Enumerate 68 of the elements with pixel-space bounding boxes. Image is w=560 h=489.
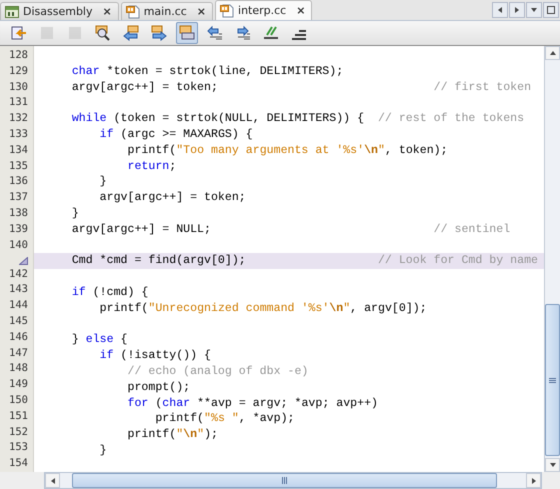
scroll-right-icon[interactable]: [526, 473, 541, 488]
scroll-left-icon[interactable]: [492, 2, 508, 18]
line-number: 136: [9, 174, 28, 190]
file-tab[interactable]: interp.cc ×: [215, 0, 312, 20]
code-line: printf("Unrecognized command '%s'\n", argv[0]);: [98, 300, 428, 317]
line-number: 151: [9, 408, 28, 424]
line-number: 140: [9, 238, 28, 253]
source-file-icon: [126, 4, 140, 18]
line-number: 134: [9, 142, 28, 158]
code-line: }: [98, 442, 108, 459]
code-line: argv[argc++] = token;: [98, 190, 247, 206]
file-tab[interactable]: main.cc ×: [120, 2, 214, 20]
code-line: argv[argc++] = NULL; // sentinel: [70, 222, 512, 238]
line-number: 143: [9, 282, 28, 298]
code-line: if (argc >= MAXARGS) {: [98, 126, 254, 143]
line-number: 154: [9, 456, 28, 472]
line-number: 139: [9, 222, 28, 237]
line-number: 130: [9, 80, 28, 95]
line-number: 135: [9, 158, 28, 174]
code-line: return;: [126, 158, 178, 174]
dropdown-icon[interactable]: [526, 2, 542, 18]
code-line: argv[argc++] = token; // first token: [70, 80, 532, 96]
line-number: 153: [9, 440, 28, 456]
line-number: 150: [9, 393, 28, 408]
horizontal-scrollbar[interactable]: [44, 472, 542, 489]
toggle-icon[interactable]: [176, 22, 198, 44]
line-number: 149: [9, 377, 28, 392]
code-line: }: [70, 206, 80, 222]
line-number: 132: [9, 111, 28, 126]
close-icon[interactable]: ×: [296, 4, 306, 17]
line-number: 128: [9, 48, 28, 63]
code-line: } else {: [70, 332, 129, 348]
line-number: 138: [9, 206, 28, 221]
source-file-icon: [220, 4, 234, 18]
scroll-down-icon[interactable]: [545, 458, 560, 472]
code-line: printf("%s ", *avp);: [154, 411, 296, 428]
line-number: 145: [9, 314, 28, 330]
maximize-icon[interactable]: [543, 2, 559, 18]
code-line: for (char **avp = argv; *avp; avp++): [126, 396, 379, 412]
scrollbar-thumb[interactable]: [72, 473, 497, 488]
code-line: while (token = strtok(NULL, DELIMITERS)) { // rest of the tokens: [70, 111, 526, 127]
code-line: prompt();: [126, 380, 192, 396]
line-number: 142: [9, 266, 28, 282]
scroll-up-icon[interactable]: [545, 46, 560, 60]
code-line: char *token = strtok(line, DELIMITERS);: [70, 64, 344, 80]
close-icon[interactable]: ×: [102, 5, 112, 18]
close-icon[interactable]: ×: [196, 5, 206, 18]
code-line: if (!isatty()) {: [98, 348, 212, 364]
code-line: if (!cmd) {: [70, 284, 150, 301]
line-number: 133: [9, 126, 28, 142]
vertical-scrollbar[interactable]: [544, 46, 560, 472]
line-number: 148: [9, 361, 28, 376]
code-line: printf("\n");: [126, 427, 219, 443]
line-number: 137: [9, 190, 28, 206]
scrollbar-thumb[interactable]: [545, 304, 560, 456]
scroll-right-icon[interactable]: [509, 2, 525, 18]
line-number: 146: [9, 330, 28, 345]
line-number: 152: [9, 424, 28, 440]
line-number: 131: [9, 95, 28, 110]
line-number: 129: [9, 64, 28, 79]
scroll-left-icon[interactable]: [45, 473, 60, 488]
file-tab[interactable]: Disassembly ×: [0, 2, 119, 20]
code-line: }: [98, 174, 108, 190]
code-line: printf("Too many arguments at '%s'\n", token);: [126, 142, 449, 159]
line-number: 144: [9, 298, 28, 314]
binary-icon: [5, 6, 19, 18]
line-number: 147: [9, 346, 28, 361]
code-line: // echo (analog of dbx -e): [126, 364, 310, 380]
